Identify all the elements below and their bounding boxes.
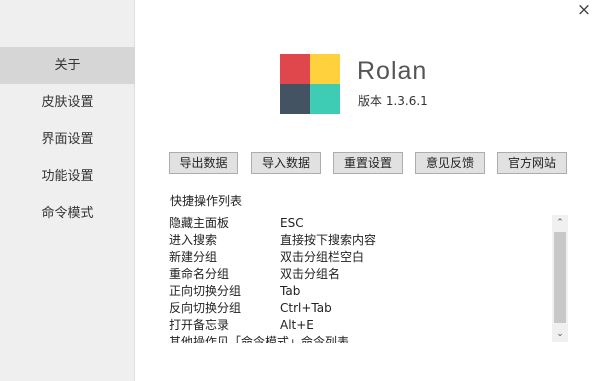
shortcut-key: Alt+E [280, 318, 314, 332]
shortcut-key: Tab [280, 284, 301, 298]
scrollbar-thumb[interactable] [554, 232, 566, 323]
shortcut-key: 双击分组栏空白 [280, 250, 365, 264]
version-text: 版本 1.3.6.1 [358, 94, 428, 108]
app-name: Rolan [357, 57, 428, 85]
reset-settings-button[interactable]: 重置设置 [333, 152, 403, 174]
shortcut-list-title: 快捷操作列表 [170, 194, 243, 208]
shortcut-list-scrollbar[interactable]: ⌃ ⌄ [552, 215, 568, 342]
shortcut-action: 打开备忘录 [169, 318, 230, 332]
export-data-button[interactable]: 导出数据 [169, 152, 238, 174]
shortcut-key: 双击分组名 [280, 267, 341, 281]
logo-quadrant-slate [280, 84, 310, 114]
rolan-logo [280, 54, 340, 114]
official-website-button[interactable]: 官方网站 [497, 152, 567, 174]
shortcut-action: 反向切换分组 [169, 301, 242, 315]
shortcut-action: 进入搜索 [169, 233, 218, 247]
sidebar-item-about[interactable]: 关于 [0, 47, 135, 84]
shortcut-action: 隐藏主面板 [169, 216, 230, 230]
shortcut-action: 新建分组 [169, 250, 218, 264]
shortcut-list: 隐藏主面板 ESC 进入搜索 直接按下搜索内容 新建分组 双击分组栏空白 重命名… [169, 215, 547, 343]
settings-sidebar: 关于 皮肤设置 界面设置 功能设置 命令模式 [0, 0, 135, 381]
shortcut-key: Ctrl+Tab [280, 301, 332, 315]
logo-quadrant-teal [310, 84, 340, 114]
import-data-button[interactable]: 导入数据 [251, 152, 321, 174]
logo-quadrant-yellow [310, 54, 340, 84]
shortcut-key: 直接按下搜索内容 [280, 233, 377, 247]
scroll-up-icon[interactable]: ⌃ [552, 215, 568, 231]
sidebar-item-command-mode[interactable]: 命令模式 [0, 195, 135, 232]
shortcut-action: 重命名分组 [169, 267, 230, 281]
sidebar-item-skin-settings[interactable]: 皮肤设置 [0, 84, 135, 121]
close-icon[interactable]: × [576, 1, 592, 19]
shortcut-action: 正向切换分组 [169, 284, 242, 298]
logo-quadrant-red [280, 54, 310, 84]
shortcut-action: 其他操作见「命令模式」命令列表 [169, 335, 350, 343]
sidebar-item-function-settings[interactable]: 功能设置 [0, 158, 135, 195]
shortcut-key: ESC [280, 216, 304, 230]
feedback-button[interactable]: 意见反馈 [415, 152, 485, 174]
scroll-down-icon[interactable]: ⌄ [552, 326, 568, 342]
sidebar-item-interface-settings[interactable]: 界面设置 [0, 121, 135, 158]
